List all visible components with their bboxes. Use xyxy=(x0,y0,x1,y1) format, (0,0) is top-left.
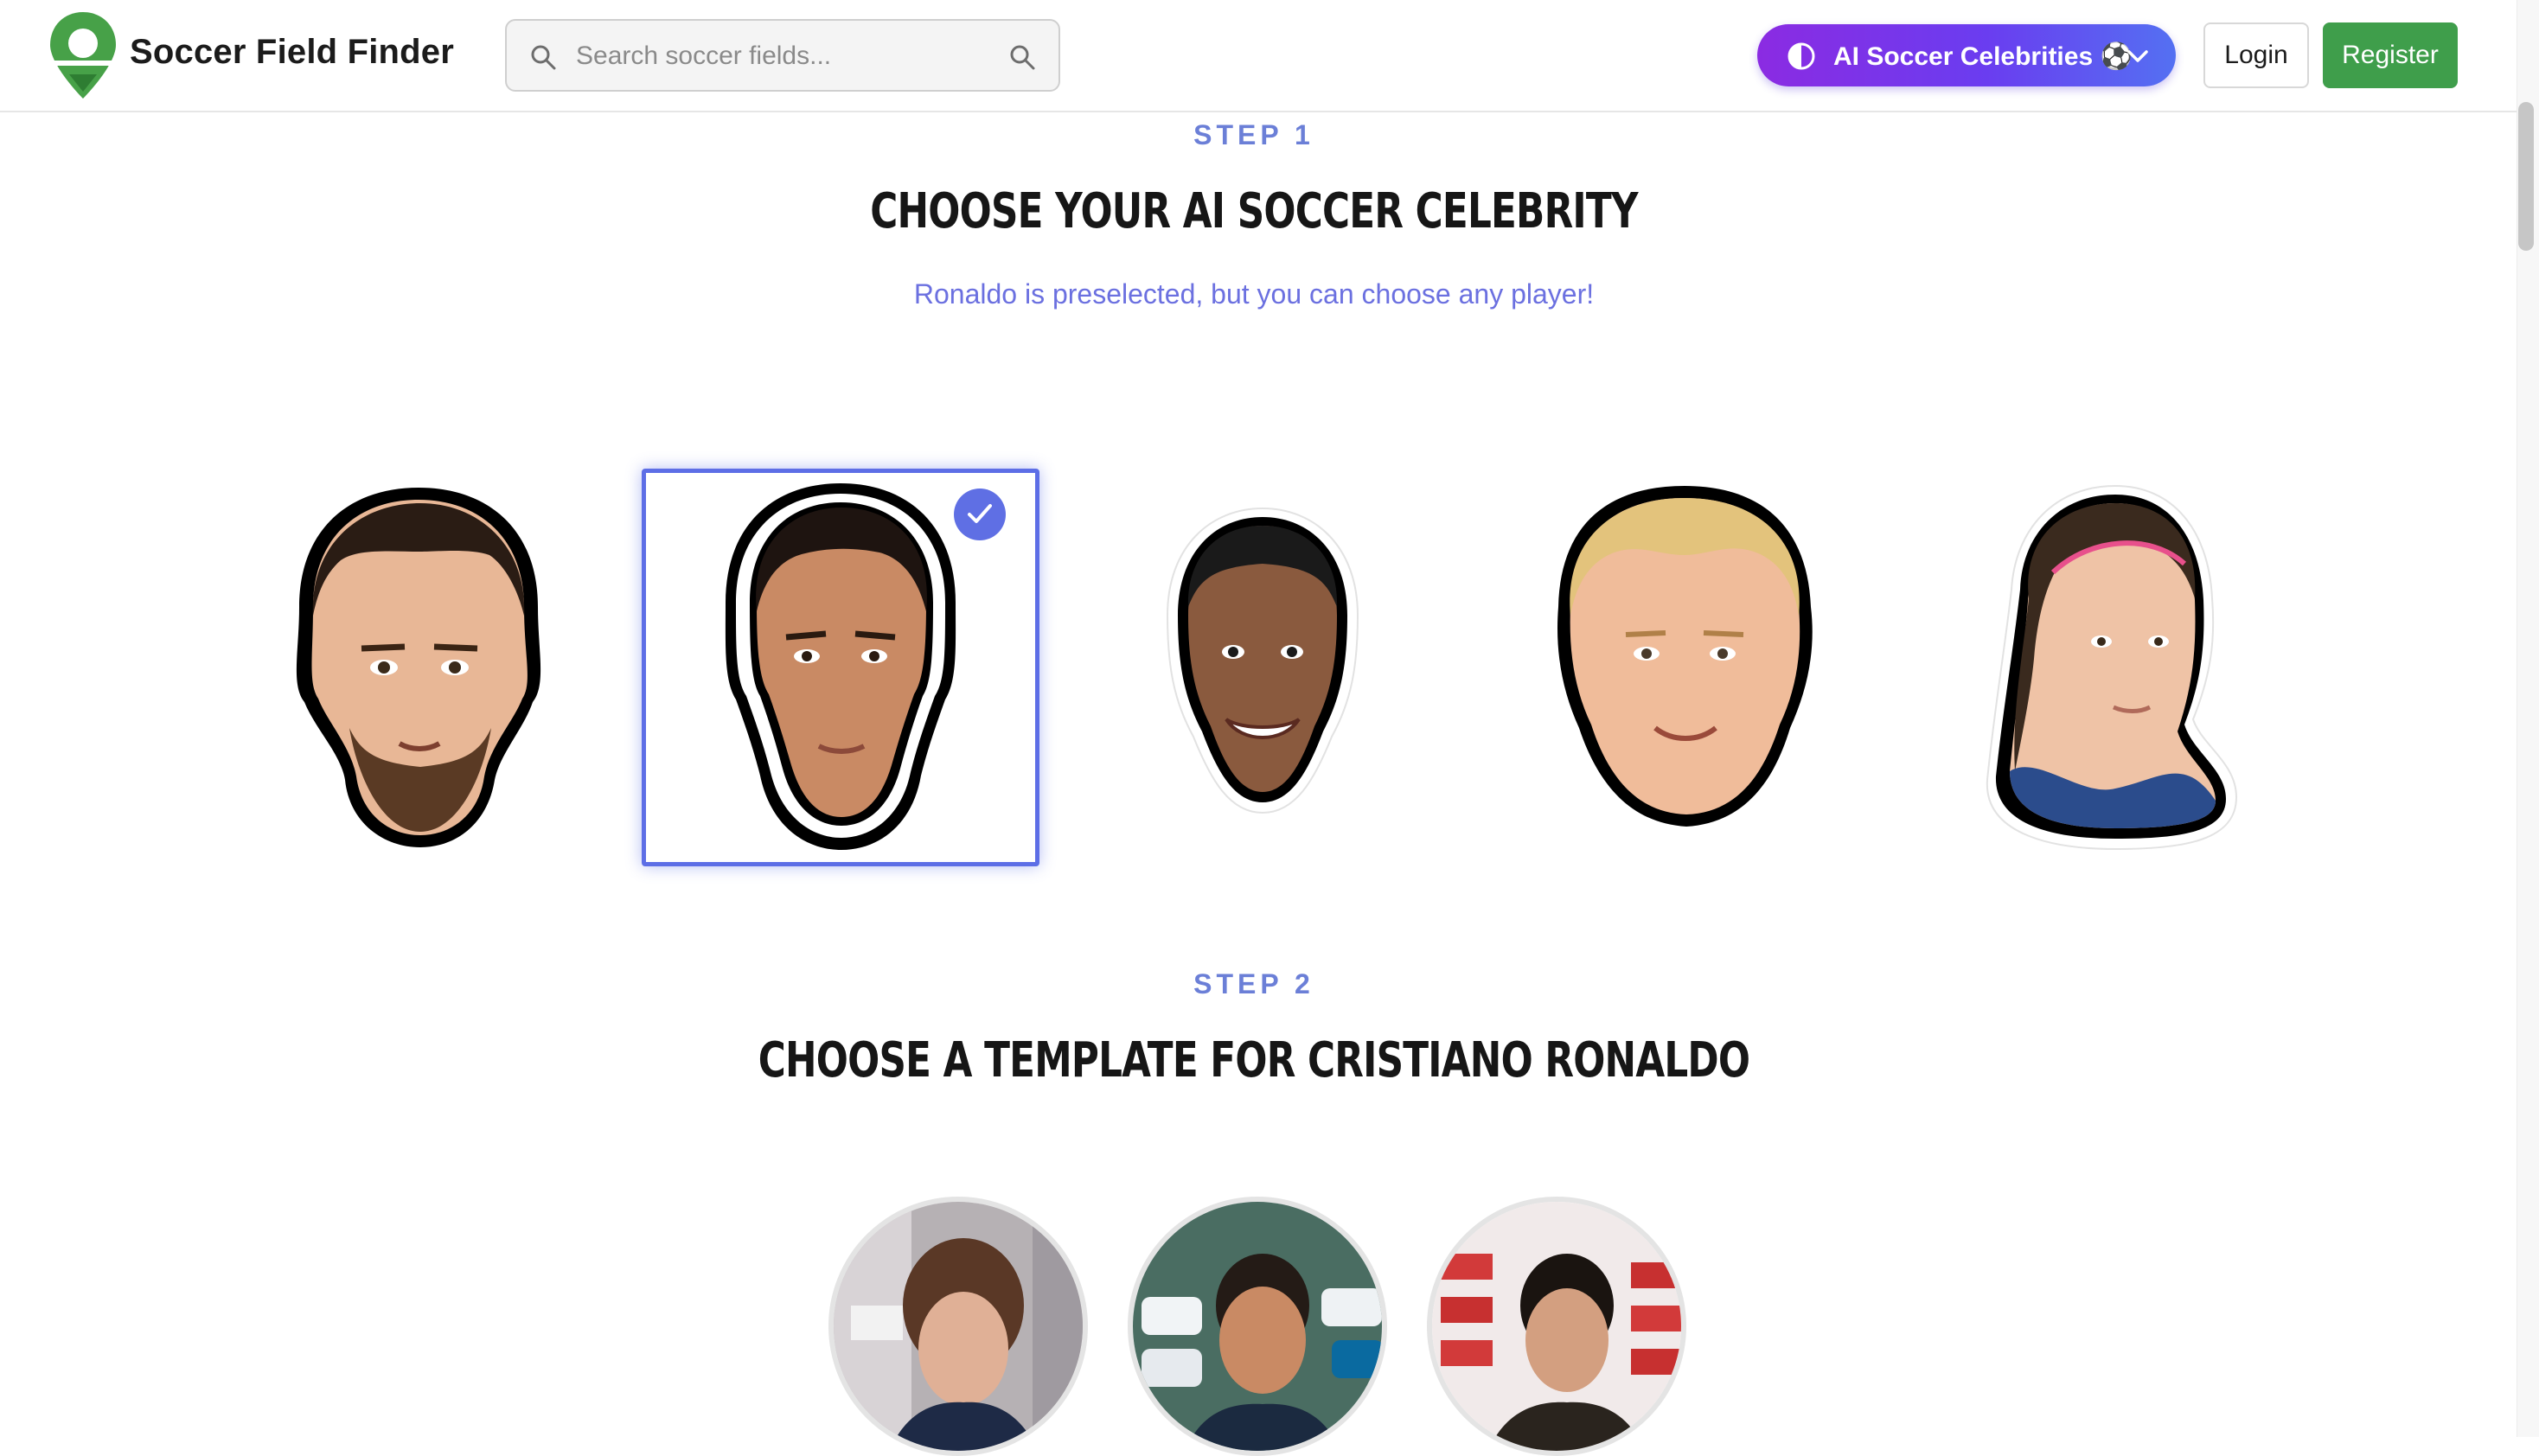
contrast-icon xyxy=(1788,42,1815,70)
search-box[interactable] xyxy=(505,19,1060,92)
template-image-1 xyxy=(834,1202,1083,1451)
login-button[interactable]: Login xyxy=(2203,22,2309,88)
search-submit-icon[interactable] xyxy=(1008,43,1036,71)
step1-label: STEP 1 xyxy=(1193,119,1314,150)
template-image-3 xyxy=(1432,1202,1681,1451)
register-button[interactable]: Register xyxy=(2323,22,2458,88)
search-input[interactable] xyxy=(576,33,974,80)
template-image-2 xyxy=(1133,1202,1382,1451)
template-thumbnail-1[interactable] xyxy=(828,1197,1088,1456)
brand-name[interactable]: Soccer Field Finder xyxy=(130,33,454,72)
player-card-mbappe[interactable] xyxy=(1064,469,1461,866)
player-card-messi[interactable] xyxy=(220,469,617,866)
player-card-haaland[interactable] xyxy=(1486,469,1883,866)
player-card-ronaldo[interactable] xyxy=(642,469,1039,866)
map-pin-logo-icon[interactable] xyxy=(48,10,118,100)
step1-title: CHOOSE YOUR AI SOCCER CELEBRITY xyxy=(870,183,1638,239)
checkmark-icon xyxy=(968,504,992,523)
search-icon xyxy=(531,45,556,70)
player-card-morgan[interactable] xyxy=(1908,469,2306,866)
top-navbar: Soccer Field Finder AI Soccer Celebritie… xyxy=(0,0,2517,112)
ai-soccer-celebrities-label: AI Soccer Celebrities ⚽ xyxy=(1833,42,2133,71)
step2-title: CHOOSE A TEMPLATE FOR CRISTIANO RONALDO xyxy=(758,1032,1750,1089)
template-thumbnail-3[interactable] xyxy=(1427,1197,1686,1456)
morgan-head-image xyxy=(1986,484,2238,851)
messi-head-image xyxy=(296,488,541,847)
ai-soccer-celebrities-button[interactable]: AI Soccer Celebrities ⚽ xyxy=(1757,24,2176,86)
haaland-head-image xyxy=(1557,486,1813,827)
scrollbar-thumb[interactable] xyxy=(2518,102,2534,251)
template-thumbnail-2[interactable] xyxy=(1128,1197,1387,1456)
step1-subtitle: Ronaldo is preselected, but you can choo… xyxy=(913,278,1595,310)
chevron-down-icon xyxy=(2127,50,2148,62)
selected-check-badge xyxy=(954,489,1006,540)
step2-label: STEP 2 xyxy=(1193,968,1314,999)
mbappe-head-image xyxy=(1166,507,1359,814)
